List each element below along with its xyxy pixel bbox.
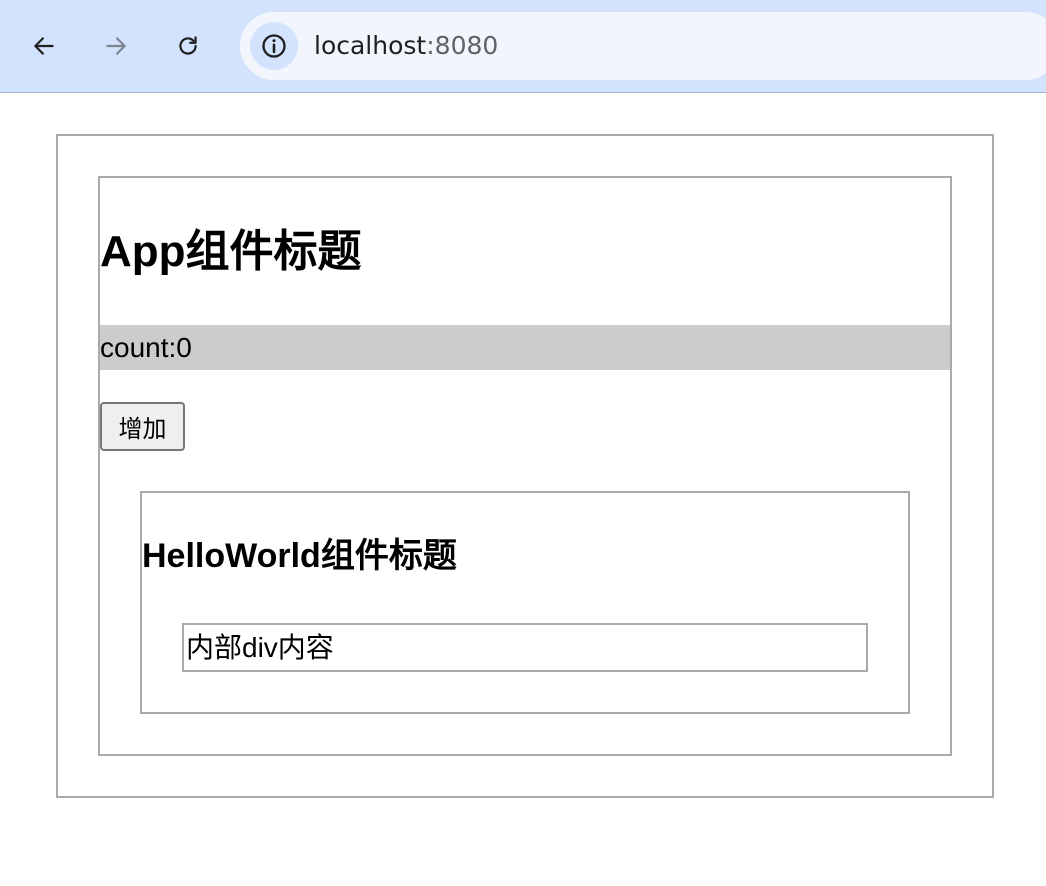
- forward-button[interactable]: [96, 26, 136, 66]
- url-text[interactable]: localhost:8080: [314, 30, 498, 62]
- back-button[interactable]: [24, 26, 64, 66]
- app-title: App组件标题: [100, 227, 362, 276]
- increase-button[interactable]: 增加: [100, 402, 185, 451]
- browser-toolbar: localhost:8080: [0, 0, 1046, 93]
- arrow-right-icon: [106, 37, 126, 55]
- url-host: localhost: [314, 31, 427, 60]
- reload-icon: [179, 36, 197, 55]
- url-port: :8080: [426, 31, 499, 60]
- inner-div-content: 内部div内容: [182, 623, 868, 672]
- arrow-left-icon: [34, 37, 54, 55]
- info-icon: [262, 34, 286, 58]
- helloworld-title: HelloWorld组件标题: [142, 537, 457, 575]
- address-bar[interactable]: localhost:8080: [240, 12, 1046, 80]
- helloworld-component-container: [140, 491, 910, 714]
- count-display: count:0: [100, 325, 950, 370]
- site-info-button[interactable]: [250, 22, 298, 70]
- reload-button[interactable]: [168, 26, 208, 66]
